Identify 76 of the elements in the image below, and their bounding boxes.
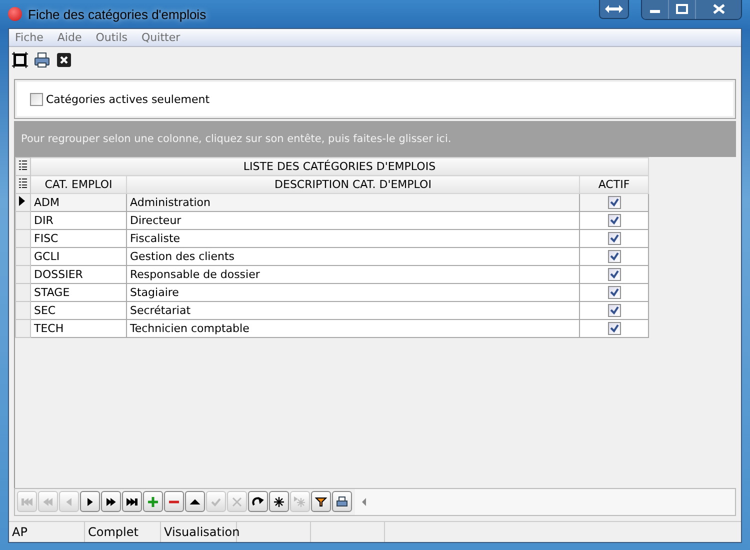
table-cell: ADM: [30, 194, 126, 212]
column-header[interactable]: ACTIF: [580, 176, 648, 194]
bookmark-button[interactable]: [269, 491, 289, 512]
checkbox-label: Catégories actives seulement: [46, 92, 210, 106]
add-icon: [147, 496, 159, 508]
last-icon: [126, 496, 138, 508]
delete-button[interactable]: [164, 491, 184, 512]
edit-button[interactable]: [185, 491, 205, 512]
table-cell: DIR: [30, 212, 126, 230]
table-cell: SEC: [30, 302, 126, 320]
active-only-checkbox[interactable]: [30, 92, 43, 106]
table-cell: DOSSIER: [30, 266, 126, 284]
print-icon[interactable]: [34, 52, 50, 68]
filter-icon: [315, 496, 327, 508]
next-button[interactable]: [80, 491, 100, 512]
window-title: Fiche des catégories d'emplois: [28, 6, 206, 22]
table-cell: Directeur: [126, 212, 580, 230]
table-cell: Fiscaliste: [126, 230, 580, 248]
menu-item[interactable]: Quitter: [142, 31, 180, 44]
menu-item[interactable]: Aide: [57, 31, 82, 44]
active-checkbox[interactable]: [608, 250, 620, 264]
refresh-icon: [252, 496, 264, 508]
maximize-icon: [676, 4, 688, 14]
print-button[interactable]: [332, 491, 352, 512]
column-chooser-icon[interactable]: [19, 160, 27, 170]
cancel-icon: [231, 496, 243, 508]
column-chooser-icon[interactable]: [19, 178, 27, 188]
band-header: LISTE DES CATÉGORIES D'EMPLOIS: [30, 158, 648, 176]
status-panel: AP: [9, 522, 85, 542]
active-checkbox[interactable]: [608, 232, 620, 246]
menu-item[interactable]: Fiche: [15, 31, 44, 44]
table-cell: TECH: [30, 320, 126, 338]
bookmark-icon: [273, 496, 285, 508]
active-checkbox[interactable]: [608, 322, 620, 336]
horizontal-scrollbar[interactable]: [355, 489, 735, 515]
close-button[interactable]: [696, 0, 741, 18]
table-cell: GCLI: [30, 248, 126, 266]
menu-item[interactable]: Outils: [96, 31, 128, 44]
column-header[interactable]: CAT. EMPLOI: [30, 176, 126, 194]
next-page-icon: [105, 496, 117, 508]
table-cell: Responsable de dossier: [126, 266, 580, 284]
first-icon: [21, 496, 33, 508]
status-panel: Visualisation: [161, 522, 237, 542]
active-checkbox[interactable]: [608, 268, 620, 282]
minimize-button[interactable]: [642, 0, 669, 18]
resize-button[interactable]: [599, 0, 629, 19]
maximize-button[interactable]: [669, 0, 696, 18]
column-header[interactable]: DESCRIPTION CAT. D'EMPLOI: [126, 176, 580, 194]
close-icon[interactable]: [56, 52, 72, 68]
filter-button[interactable]: [311, 491, 331, 512]
table-cell: Stagiaire: [126, 284, 580, 302]
group-hint: Pour regrouper selon une colonne, cliquez sur son entête, puis faites-le glisser ici.: [21, 133, 452, 145]
table-cell: Technicien comptable: [126, 320, 580, 338]
table-cell: FISC: [30, 230, 126, 248]
scroll-left-icon[interactable]: [361, 498, 367, 506]
double-arrow-icon: [604, 4, 624, 14]
table-cell: Gestion des clients: [126, 248, 580, 266]
close-icon: [712, 4, 724, 14]
table-cell: Administration: [126, 194, 580, 212]
table-cell: STAGE: [30, 284, 126, 302]
status-panel: Complet: [85, 522, 161, 542]
active-checkbox[interactable]: [608, 196, 620, 210]
refresh-button[interactable]: [248, 491, 268, 512]
active-checkbox[interactable]: [608, 286, 620, 300]
row-indicator[interactable]: [16, 194, 30, 212]
prev-page-icon: [42, 496, 54, 508]
post-icon: [210, 496, 222, 508]
frame-icon[interactable]: [12, 52, 28, 68]
next-page-button[interactable]: [101, 491, 121, 512]
table-cell: Secrétariat: [126, 302, 580, 320]
active-checkbox[interactable]: [608, 304, 620, 318]
last-button[interactable]: [122, 491, 142, 512]
add-button[interactable]: [143, 491, 163, 512]
active-checkbox[interactable]: [608, 214, 620, 228]
print-icon: [336, 496, 348, 508]
app-logo-icon: [8, 7, 22, 21]
